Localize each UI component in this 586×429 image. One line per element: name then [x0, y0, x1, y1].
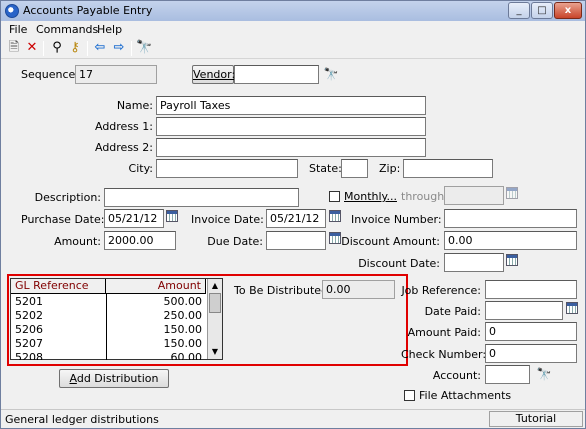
name-field[interactable]: Payroll Taxes: [156, 96, 426, 115]
state-field[interactable]: [341, 159, 368, 178]
menu-bar: File Commands Help: [1, 21, 585, 38]
amount-field[interactable]: 2000.00: [104, 231, 176, 250]
due-date-field[interactable]: [266, 231, 326, 250]
minimize-button[interactable]: _: [508, 2, 530, 19]
through-field: [444, 186, 504, 205]
through-calendar-icon: [506, 187, 518, 199]
menu-help[interactable]: Help: [97, 23, 122, 36]
zip-label: Zip:: [379, 162, 401, 175]
address1-label: Address 1:: [94, 120, 153, 133]
status-text: General ledger distributions: [5, 413, 159, 426]
through-label: through:: [401, 190, 448, 203]
add-distribution-button[interactable]: Add Distribution: [59, 369, 169, 388]
invoice-date-label: Invoice Date:: [191, 213, 264, 226]
menu-commands[interactable]: Commands: [36, 23, 98, 36]
invoice-number-field[interactable]: [444, 209, 577, 228]
sequence-label: Sequence:: [21, 68, 79, 81]
due-date-calendar-icon[interactable]: [329, 232, 341, 244]
key-icon[interactable]: ⚷: [67, 40, 83, 56]
date-paid-calendar-icon[interactable]: [566, 302, 578, 314]
discount-date-calendar-icon[interactable]: [506, 254, 518, 266]
binoculars-icon[interactable]: 🔭: [136, 40, 152, 56]
due-date-label: Due Date:: [207, 235, 263, 248]
find-icon[interactable]: ⚲: [49, 40, 65, 56]
monthly-label[interactable]: Monthly...: [344, 190, 397, 203]
new-document-icon[interactable]: 🗎: [6, 40, 22, 56]
address2-field[interactable]: [156, 138, 426, 157]
name-label: Name:: [116, 99, 153, 112]
forward-arrow-icon[interactable]: ⇨: [111, 40, 127, 56]
file-attachments-label[interactable]: File Attachments: [419, 389, 511, 402]
purchase-date-calendar-icon[interactable]: [166, 210, 178, 222]
check-number-label: Check Number:: [401, 348, 487, 361]
toolbar: 🗎 ✕ ⚲ ⚷ ⇦ ⇨ 🔭: [1, 38, 585, 59]
status-bar: General ledger distributions Tutorial: [1, 409, 585, 428]
window-title: Accounts Payable Entry: [23, 4, 153, 17]
account-lookup-binoculars-icon[interactable]: 🔭: [535, 366, 553, 382]
date-paid-field[interactable]: [485, 301, 563, 320]
monthly-checkbox[interactable]: [329, 191, 340, 202]
description-field[interactable]: [104, 188, 299, 207]
add-distribution-label: dd Distribution: [76, 372, 159, 385]
vendor-field[interactable]: [234, 65, 319, 84]
delete-icon[interactable]: ✕: [24, 40, 40, 56]
city-label: City:: [128, 162, 153, 175]
discount-amount-field[interactable]: 0.00: [444, 231, 577, 250]
purchase-date-label: Purchase Date:: [21, 213, 105, 226]
description-label: Description:: [34, 191, 101, 204]
file-attachments-checkbox[interactable]: [404, 390, 415, 401]
toolbar-separator: [87, 41, 88, 56]
discount-date-label: Discount Date:: [358, 257, 440, 270]
discount-amount-label: Discount Amount:: [341, 235, 440, 248]
amount-paid-field[interactable]: 0: [485, 322, 577, 341]
vendor-lookup-binoculars-icon[interactable]: 🔭: [322, 66, 340, 82]
toolbar-separator: [43, 41, 44, 56]
app-window: Accounts Payable Entry _ □ x File Comman…: [0, 0, 586, 429]
account-field[interactable]: [485, 365, 530, 384]
purchase-date-field[interactable]: 05/21/12: [104, 209, 164, 228]
city-field[interactable]: [156, 159, 298, 178]
toolbar-separator: [131, 41, 132, 56]
status-mode-panel: Tutorial: [489, 411, 583, 427]
amount-label: Amount:: [54, 235, 101, 248]
sequence-field: 17: [75, 65, 157, 84]
title-bar: Accounts Payable Entry _ □ x: [1, 1, 585, 21]
account-label: Account:: [432, 369, 481, 382]
state-label: State:: [309, 162, 342, 175]
zip-field[interactable]: [403, 159, 493, 178]
invoice-date-field[interactable]: 05/21/12: [266, 209, 326, 228]
app-icon: [5, 4, 19, 18]
job-reference-field[interactable]: [485, 280, 577, 299]
invoice-date-calendar-icon[interactable]: [329, 210, 341, 222]
highlight-box: [7, 274, 408, 366]
address2-label: Address 2:: [94, 141, 153, 154]
check-number-field[interactable]: 0: [485, 344, 577, 363]
back-arrow-icon[interactable]: ⇦: [92, 40, 108, 56]
vendor-button[interactable]: Vendor:: [192, 65, 235, 84]
amount-paid-label: Amount Paid:: [407, 326, 481, 339]
address1-field[interactable]: [156, 117, 426, 136]
maximize-button[interactable]: □: [531, 2, 553, 19]
invoice-number-label: Invoice Number:: [351, 213, 442, 226]
menu-file[interactable]: File: [9, 23, 27, 36]
date-paid-label: Date Paid:: [424, 305, 481, 318]
job-reference-label: Job Reference:: [401, 284, 481, 297]
close-button[interactable]: x: [554, 2, 582, 19]
add-distribution-accel: A: [69, 372, 77, 385]
discount-date-field[interactable]: [444, 253, 504, 272]
